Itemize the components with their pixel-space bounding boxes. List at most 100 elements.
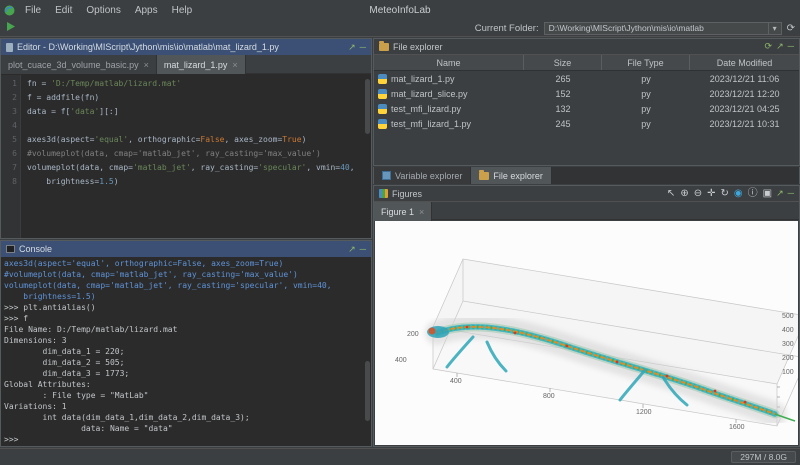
figure-tab-label: Figure 1 xyxy=(381,207,414,217)
float-icon[interactable]: ↗ xyxy=(348,245,356,254)
float-icon[interactable]: ↗ xyxy=(776,189,784,198)
tab-file-explorer[interactable]: File explorer xyxy=(471,167,552,184)
identify-icon[interactable]: ⓘ xyxy=(748,188,758,199)
line-number: 4 xyxy=(1,119,17,133)
menu-help[interactable]: Help xyxy=(165,5,200,16)
editor-panel-header: Editor - D:\Working\MIScript\Jython\mis\… xyxy=(1,39,371,55)
file-row[interactable]: mat_lizard_slice.py152py2023/12/21 12:20 xyxy=(374,86,799,101)
editor-tab[interactable]: plot_cuace_3d_volume_basic.py × xyxy=(1,55,157,74)
editor-tab[interactable]: mat_lizard_1.py × xyxy=(157,55,246,74)
file-explorer-header: File explorer ⟳ ↗ ─ xyxy=(374,39,799,55)
file-name-cell: mat_lizard_slice.py xyxy=(374,88,524,100)
editor-scrollbar[interactable] xyxy=(365,79,370,134)
file-name-cell: test_mfi_lizard_1.py xyxy=(374,118,524,130)
console-line: dim_data_2 = 505; xyxy=(4,357,368,368)
column-header-name[interactable]: Name xyxy=(374,55,524,70)
axis-tick-label: 400 xyxy=(395,357,407,364)
zoom-out-icon[interactable]: ⊖ xyxy=(694,188,702,199)
line-number: 1 xyxy=(1,77,17,91)
line-number: 8 xyxy=(1,175,17,189)
close-icon[interactable]: × xyxy=(144,60,149,70)
axis-tick-label: 1600 xyxy=(729,424,745,431)
menu-file[interactable]: File xyxy=(18,5,48,16)
file-date-cell: 2023/12/21 12:20 xyxy=(690,88,799,100)
current-folder-label: Current Folder: xyxy=(475,23,539,34)
file-date-cell: 2023/12/21 04:25 xyxy=(690,103,799,115)
console-line: Variations: 1 xyxy=(4,401,368,412)
file-row[interactable]: test_mfi_lizard.py132py2023/12/21 04:25 xyxy=(374,101,799,116)
file-row[interactable]: test_mfi_lizard_1.py245py2023/12/21 10:3… xyxy=(374,116,799,131)
console-line: axes3d(aspect='equal', orthographic=Fals… xyxy=(4,258,368,269)
menu-apps[interactable]: Apps xyxy=(128,5,165,16)
minimize-icon[interactable]: ─ xyxy=(788,42,794,51)
axis-tick-label: 300 xyxy=(782,341,794,348)
figures-panel-title: Figures xyxy=(392,189,422,199)
python-file-icon xyxy=(378,104,387,114)
tab-variable-explorer[interactable]: Variable explorer xyxy=(374,167,471,184)
axis-tick-label: 400 xyxy=(782,327,794,334)
file-type-cell: py xyxy=(602,118,690,130)
console-line: >>> plt.antialias() xyxy=(4,302,368,313)
tab-label: mat_lizard_1.py xyxy=(164,60,228,70)
run-script-icon[interactable] xyxy=(5,19,16,37)
file-size-cell: 152 xyxy=(524,88,602,100)
console-line: data: Name = "data" xyxy=(4,423,368,434)
cursor-icon[interactable]: ↖ xyxy=(667,188,675,199)
menu-edit[interactable]: Edit xyxy=(48,5,79,16)
close-icon[interactable]: × xyxy=(232,60,237,70)
volume-plot-3d xyxy=(375,221,798,445)
code-editor[interactable]: fn = 'D:/Temp/matlab/lizard.mat'f = addf… xyxy=(21,75,371,238)
console-line: int data(dim_data_1,dim_data_2,dim_data_… xyxy=(4,412,368,423)
minimize-icon[interactable]: ─ xyxy=(360,43,366,52)
refresh-icon[interactable]: ⟳ xyxy=(765,42,773,51)
editor-gutter: 12345678 xyxy=(1,75,21,238)
figure-canvas[interactable]: 40080012001600500400300200100200400 xyxy=(375,221,798,445)
file-row[interactable]: mat_lizard_1.py265py2023/12/21 11:06 xyxy=(374,71,799,86)
pan-icon[interactable]: ✛ xyxy=(707,188,715,199)
file-date-cell: 2023/12/21 11:06 xyxy=(690,73,799,85)
minimize-icon[interactable]: ─ xyxy=(360,245,366,254)
current-folder-value: D:\Working\MIScript\Jython\mis\io\matlab xyxy=(545,23,768,33)
current-folder-combobox[interactable]: D:\Working\MIScript\Jython\mis\io\matlab… xyxy=(544,22,782,35)
chart-icon xyxy=(379,189,388,198)
close-icon[interactable]: × xyxy=(419,207,424,217)
column-header-size[interactable]: Size xyxy=(524,55,602,70)
figure-tab[interactable]: Figure 1 × xyxy=(374,202,432,221)
line-number: 3 xyxy=(1,105,17,119)
rotate-icon[interactable]: ↻ xyxy=(720,188,728,199)
line-number: 7 xyxy=(1,161,17,175)
minimize-icon[interactable]: ─ xyxy=(788,189,794,198)
memory-indicator[interactable]: 297M / 8.0G xyxy=(731,451,796,463)
code-line: #volumeplot(data, cmap='matlab_jet', ray… xyxy=(27,147,371,161)
console-output[interactable]: axes3d(aspect='equal', orthographic=Fals… xyxy=(1,257,371,446)
editor-panel-title: Editor - D:\Working\MIScript\Jython\mis\… xyxy=(17,42,279,52)
file-name-cell: mat_lizard_1.py xyxy=(374,73,524,85)
tab-label: plot_cuace_3d_volume_basic.py xyxy=(8,60,139,70)
console-panel-header: Console ↗ ─ xyxy=(1,241,371,257)
globe-icon[interactable]: ◉ xyxy=(734,188,743,199)
status-bar: 297M / 8.0G xyxy=(0,448,800,465)
file-type-cell: py xyxy=(602,88,690,100)
toolbar: Current Folder: D:\Working\MIScript\Jyth… xyxy=(0,20,800,37)
editor-tab-bar: plot_cuace_3d_volume_basic.py×mat_lizard… xyxy=(1,55,371,74)
float-icon[interactable]: ↗ xyxy=(348,43,356,52)
chevron-down-icon[interactable]: ▾ xyxy=(768,23,781,34)
menu-options[interactable]: Options xyxy=(79,5,127,16)
zoom-in-icon[interactable]: ⊕ xyxy=(680,188,688,199)
figure-tab-bar: Figure 1 × xyxy=(374,202,799,220)
file-name-cell: test_mfi_lizard.py xyxy=(374,103,524,115)
menu-bar: FileEditOptionsAppsHelp MeteoInfoLab xyxy=(0,0,800,20)
refresh-icon[interactable]: ⟳ xyxy=(787,23,795,34)
document-icon xyxy=(6,43,13,52)
column-header-file-type[interactable]: File Type xyxy=(602,55,690,70)
file-explorer-panel: File explorer ⟳ ↗ ─ NameSizeFile TypeDat… xyxy=(373,38,800,166)
axis-tick-label: 200 xyxy=(407,331,419,338)
float-icon[interactable]: ↗ xyxy=(776,42,784,51)
line-number: 6 xyxy=(1,147,17,161)
column-header-date-modified[interactable]: Date Modified xyxy=(690,55,799,70)
console-scrollbar[interactable] xyxy=(365,361,370,421)
full-extent-icon[interactable]: ▣ xyxy=(763,188,772,199)
variable-explorer-icon xyxy=(382,171,391,180)
console-line: : File type = "MatLab" xyxy=(4,390,368,401)
console-line: #volumeplot(data, cmap='matlab_jet', ray… xyxy=(4,269,368,280)
